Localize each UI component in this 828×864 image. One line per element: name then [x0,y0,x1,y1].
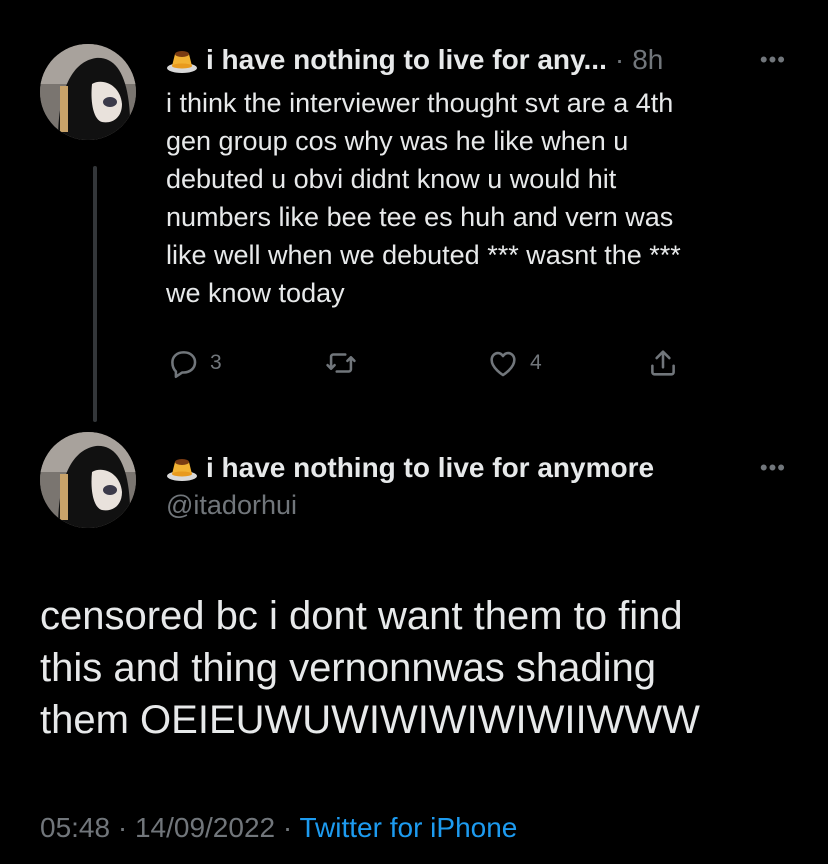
thread-line [93,166,97,422]
avatar[interactable] [40,44,136,140]
tweet-source-link[interactable]: Twitter for iPhone [299,812,517,843]
like-count: 4 [530,351,542,374]
avatar[interactable] [40,432,136,528]
like-button[interactable]: 4 [486,346,542,380]
reply-button[interactable]: 3 [166,346,222,380]
tweet-actions: 3 4 [166,346,686,386]
author-name[interactable]: i have nothing to live for anymore [206,452,654,484]
tweet-timestamp[interactable]: 05:48 · 14/09/2022 · [40,812,292,843]
more-options-icon[interactable]: ••• [760,49,786,71]
author-row: i have nothing to live for anymore [166,448,786,488]
reply-icon [171,351,197,379]
retweet-button[interactable] [324,346,358,380]
retweet-icon [326,353,356,373]
share-icon [651,350,675,376]
reply-count: 3 [210,351,222,374]
author-handle[interactable]: @itadorhui [166,490,786,521]
tweet-metadata: 05:48 · 14/09/2022 · Twitter for iPhone [40,812,517,844]
tweet-text: i think the interviewer thought svt are … [166,88,681,308]
flan-emoji-icon [166,454,198,482]
reply-header: i have nothing to live for any... · 8h [166,40,786,80]
main-tweet-header: i have nothing to live for anymore ••• @… [166,448,786,521]
tweet-time[interactable]: 8h [632,44,663,76]
share-button[interactable] [646,346,680,380]
more-options-icon[interactable]: ••• [760,457,786,479]
reply-tweet[interactable]: i have nothing to live for any... · 8h •… [166,40,786,312]
heart-icon [490,351,516,377]
author-name[interactable]: i have nothing to live for any... [206,44,607,76]
flan-emoji-icon [166,46,198,74]
main-tweet-text: censored bc i dont want them to find thi… [40,594,700,742]
separator-dot: · [614,44,625,75]
